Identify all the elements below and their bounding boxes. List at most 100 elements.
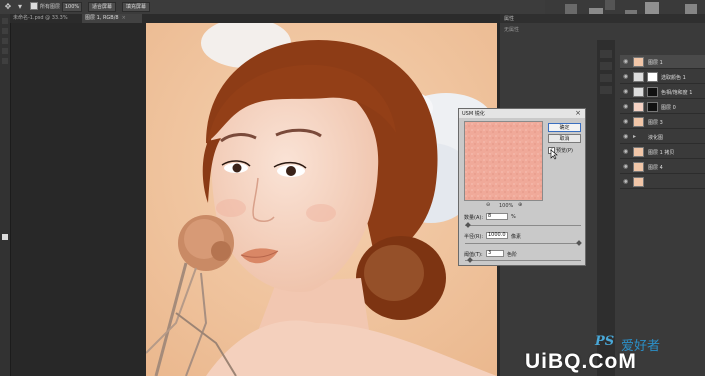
visibility-eye-icon[interactable]: ◉: [623, 133, 631, 141]
layer-thumbnail: [633, 117, 644, 127]
layer-mask-thumbnail: [647, 72, 658, 82]
panel-icon[interactable]: [600, 50, 612, 58]
layer-name: 图层 3: [648, 120, 663, 126]
cancel-button[interactable]: 取消: [548, 134, 581, 143]
layers-panel: ◉ 图层 1 ◉ 选取颜色 1 ◉ 色相/饱和度 1 ◉ 图层 0 ◉ 图层 3…: [620, 55, 705, 195]
layer-name: 选取颜色 1: [661, 75, 686, 81]
layer-name: 色相/饱和度 1: [661, 90, 693, 96]
amount-slider-track[interactable]: [465, 225, 581, 226]
radius-unit: 像素: [511, 234, 522, 240]
portrait-image: [146, 23, 497, 376]
layer-row[interactable]: ◉ 图层 3: [620, 115, 705, 129]
panel-icon-strip: [597, 40, 615, 376]
threshold-slider-track[interactable]: [465, 260, 581, 261]
layer-row[interactable]: ◉ 图层 0: [620, 100, 705, 114]
layer-row[interactable]: ◉ 图层 1: [620, 55, 705, 69]
layer-thumbnail: [633, 57, 644, 67]
all-layers-label: 所有图层: [40, 4, 61, 10]
panel-icon[interactable]: [600, 74, 612, 82]
layer-name: 图层 1 拷贝: [648, 150, 675, 156]
amount-label: 数量(A):: [464, 215, 484, 221]
radius-slider-handle[interactable]: [576, 240, 582, 246]
document-tab-bar: 未命名-1.psd @ 33.3% (RGB/8)× 图层 1, RGB/8×: [10, 14, 500, 30]
cursor-icon: [550, 150, 558, 160]
preview-label: 预览(P): [556, 148, 573, 154]
document-tab[interactable]: 未命名-1.psd @ 33.3% (RGB/8)×: [10, 14, 80, 30]
layer-row[interactable]: ◉ ▸ 液化图: [620, 130, 705, 144]
threshold-label: 阈值(T):: [464, 252, 483, 258]
visibility-eye-icon[interactable]: ◉: [623, 88, 631, 96]
adjustment-icon: [633, 72, 644, 82]
close-icon[interactable]: ×: [575, 109, 581, 117]
foreground-color-swatch[interactable]: [2, 234, 8, 240]
panel-icon[interactable]: [600, 62, 612, 70]
document-canvas[interactable]: [146, 23, 497, 376]
tool-slot[interactable]: [2, 18, 8, 24]
layer-name: 图层 0: [661, 105, 676, 111]
tool-preset-dropdown-icon[interactable]: ▾: [15, 2, 25, 12]
layer-row[interactable]: ◉ 图层 4: [620, 160, 705, 174]
site-watermark: PS 爱好者 UiBQ.CoM: [515, 330, 705, 376]
layer-thumbnail: [633, 162, 644, 172]
layer-row[interactable]: ◉ 图层 1 拷贝: [620, 145, 705, 159]
layer-name: 图层 1: [648, 60, 663, 66]
visibility-eye-icon[interactable]: ◉: [623, 148, 631, 156]
layer-name: 液化图: [648, 135, 664, 141]
layer-thumbnail: [633, 147, 644, 157]
watermark-ps: PS: [595, 334, 615, 349]
visibility-eye-icon[interactable]: ◉: [623, 103, 631, 111]
close-icon[interactable]: ×: [122, 15, 126, 21]
dialog-title: USM 锐化: [462, 111, 485, 117]
layer-thumbnail: [633, 102, 644, 112]
layer-thumbnail: [633, 177, 644, 187]
layer-row[interactable]: ◉ 色相/饱和度 1: [620, 85, 705, 99]
layer-mask-thumbnail: [647, 102, 658, 112]
amount-slider-handle[interactable]: [465, 222, 471, 228]
amount-input[interactable]: 8: [486, 213, 508, 220]
visibility-eye-icon[interactable]: ◉: [623, 178, 631, 186]
all-layers-checkbox[interactable]: [30, 2, 38, 10]
zoom-out-icon[interactable]: ⊖: [486, 202, 490, 208]
radius-slider-track[interactable]: [465, 243, 581, 244]
preview-zoom-row: ⊖ 100% ⊕: [464, 202, 543, 209]
tool-slot[interactable]: [2, 28, 8, 34]
dialog-title-bar[interactable]: USM 锐化 ×: [459, 109, 585, 118]
folder-icon: ▸: [633, 133, 637, 140]
adjustment-icon: [633, 87, 644, 97]
ok-button[interactable]: 确定: [548, 123, 581, 132]
tab-label: 图层 1, RGB/8: [85, 15, 119, 21]
tool-slot[interactable]: [2, 38, 8, 44]
visibility-eye-icon[interactable]: ◉: [623, 163, 631, 171]
preview-texture: [465, 122, 542, 200]
threshold-slider-handle[interactable]: [467, 257, 473, 263]
fit-screen-button[interactable]: 适合屏幕: [88, 2, 116, 12]
watermark-brand: UiBQ.CoM: [525, 350, 637, 373]
filter-preview[interactable]: [464, 121, 543, 201]
move-tool-icon[interactable]: ✥: [3, 2, 13, 12]
layer-row[interactable]: ◉ 选取颜色 1: [620, 70, 705, 84]
tools-panel: [0, 14, 11, 376]
properties-panel-title: 属性: [504, 16, 515, 22]
fill-screen-button[interactable]: 填充屏幕: [122, 2, 150, 12]
tool-slot[interactable]: [2, 58, 8, 64]
layer-mask-thumbnail: [647, 87, 658, 97]
threshold-input[interactable]: 3: [486, 250, 504, 257]
visibility-eye-icon[interactable]: ◉: [623, 73, 631, 81]
visibility-eye-icon[interactable]: ◉: [623, 118, 631, 126]
tool-slot[interactable]: [2, 48, 8, 54]
document-tab-active[interactable]: 图层 1, RGB/8 ×: [82, 14, 142, 23]
layer-row[interactable]: ◉: [620, 175, 705, 189]
threshold-unit: 色阶: [507, 252, 518, 258]
radius-label: 半径(R):: [464, 234, 484, 240]
panel-icon[interactable]: [600, 86, 612, 94]
zoom-in-icon[interactable]: ⊕: [518, 202, 522, 208]
unsharp-mask-dialog: USM 锐化 × ⊖ 100% ⊕ 确定 取消 ✓ 预览(P) 数量(A): 8 …: [458, 108, 586, 266]
properties-panel-header: 属性: [500, 14, 705, 23]
amount-unit: %: [511, 214, 516, 220]
zoom-100-button[interactable]: 100%: [62, 2, 82, 12]
layer-name: 图层 4: [648, 165, 663, 171]
visibility-eye-icon[interactable]: ◉: [623, 58, 631, 66]
preview-zoom-value: 100%: [499, 203, 514, 209]
properties-panel-subtitle: 无属性: [504, 27, 520, 33]
radius-input[interactable]: 1000.0: [486, 232, 508, 239]
